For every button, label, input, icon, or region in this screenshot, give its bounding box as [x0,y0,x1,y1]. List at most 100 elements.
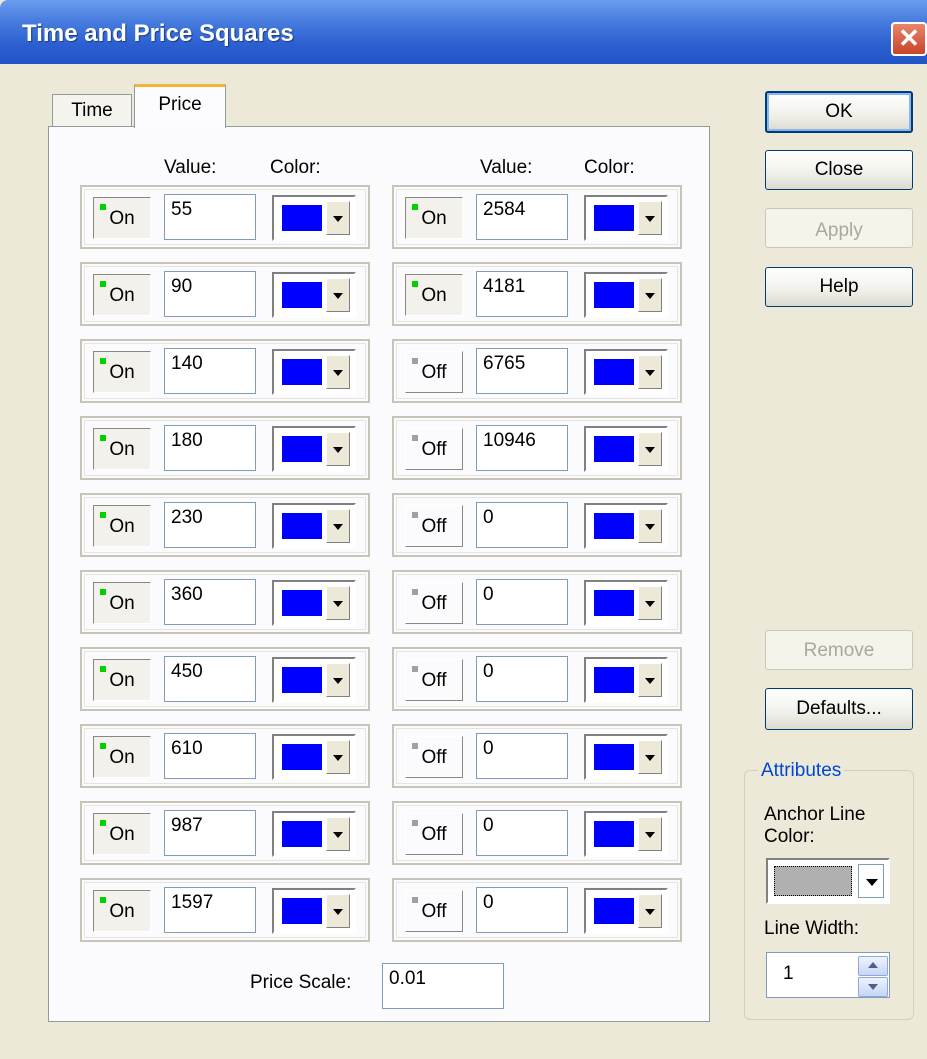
value-input[interactable]: 987 [164,810,256,856]
chevron-down-icon[interactable] [858,864,884,898]
chevron-down-icon[interactable] [326,278,350,312]
on-off-toggle[interactable]: On [93,813,151,855]
chevron-down-icon[interactable] [326,894,350,928]
remove-button[interactable]: Remove [765,630,913,670]
close-window-icon[interactable]: ✕ [891,22,927,56]
value-input[interactable]: 90 [164,271,256,317]
status-led-icon [412,820,418,826]
color-dropdown[interactable] [584,272,668,318]
ok-button[interactable]: OK [765,91,913,133]
value-input[interactable]: 55 [164,194,256,240]
on-off-toggle[interactable]: Off [405,505,463,547]
on-off-toggle[interactable]: Off [405,736,463,778]
chevron-down-icon[interactable] [638,432,662,466]
spin-down-icon[interactable] [858,977,888,997]
color-dropdown[interactable] [272,272,356,318]
on-off-toggle[interactable]: On [93,890,151,932]
title-bar[interactable]: Time and Price Squares ✕ [0,0,927,64]
apply-button[interactable]: Apply [765,208,913,248]
color-dropdown[interactable] [584,888,668,934]
on-off-toggle[interactable]: Off [405,428,463,470]
value-input[interactable]: 230 [164,502,256,548]
help-button[interactable]: Help [765,267,913,307]
anchor-line-color-dropdown[interactable] [766,858,890,904]
price-scale-input[interactable]: 0.01 [382,963,504,1009]
on-off-toggle[interactable]: On [405,274,463,316]
tab-price[interactable]: Price [134,84,226,128]
value-input[interactable]: 4181 [476,271,568,317]
value-input[interactable]: 10946 [476,425,568,471]
on-off-toggle[interactable]: Off [405,813,463,855]
color-dropdown[interactable] [584,734,668,780]
value-input[interactable]: 6765 [476,348,568,394]
color-dropdown[interactable] [272,503,356,549]
spin-up-icon[interactable] [858,956,888,976]
on-off-toggle[interactable]: On [93,197,151,239]
chevron-down-icon[interactable] [326,586,350,620]
on-off-toggle[interactable]: On [93,428,151,470]
value-input[interactable]: 1597 [164,887,256,933]
chevron-down-icon[interactable] [638,663,662,697]
on-off-toggle[interactable]: On [93,274,151,316]
chevron-down-icon[interactable] [638,278,662,312]
color-dropdown[interactable] [584,426,668,472]
color-swatch [282,898,322,924]
color-dropdown[interactable] [584,657,668,703]
chevron-down-icon[interactable] [638,894,662,928]
chevron-down-icon[interactable] [638,201,662,235]
value-input[interactable]: 0 [476,733,568,779]
color-dropdown[interactable] [584,580,668,626]
chevron-down-icon[interactable] [326,663,350,697]
chevron-down-icon[interactable] [326,355,350,389]
value-input[interactable]: 2584 [476,194,568,240]
on-off-toggle[interactable]: On [93,659,151,701]
value-input[interactable]: 450 [164,656,256,702]
on-off-toggle[interactable]: Off [405,890,463,932]
on-off-toggle[interactable]: On [93,582,151,624]
chevron-down-icon[interactable] [638,509,662,543]
color-dropdown[interactable] [272,580,356,626]
chevron-down-icon[interactable] [326,432,350,466]
chevron-down-icon[interactable] [326,509,350,543]
on-off-toggle[interactable]: Off [405,582,463,624]
chevron-down-icon[interactable] [326,740,350,774]
color-dropdown[interactable] [272,195,356,241]
defaults-button[interactable]: Defaults... [765,688,913,730]
right-price-row: Off 0 [392,878,682,942]
chevron-down-icon[interactable] [638,355,662,389]
value-input[interactable]: 180 [164,425,256,471]
color-dropdown[interactable] [272,349,356,395]
chevron-down-icon[interactable] [326,817,350,851]
value-input[interactable]: 140 [164,348,256,394]
tab-time[interactable]: Time [52,94,132,128]
value-input[interactable]: 0 [476,656,568,702]
chevron-down-icon[interactable] [326,201,350,235]
on-off-toggle[interactable]: On [93,736,151,778]
color-dropdown[interactable] [584,349,668,395]
on-off-toggle[interactable]: On [93,351,151,393]
color-dropdown[interactable] [272,657,356,703]
value-input[interactable]: 610 [164,733,256,779]
close-button[interactable]: Close [765,150,913,190]
on-off-toggle[interactable]: On [405,197,463,239]
color-dropdown[interactable] [584,195,668,241]
value-input[interactable]: 0 [476,810,568,856]
color-dropdown[interactable] [272,888,356,934]
color-dropdown[interactable] [272,811,356,857]
on-off-toggle[interactable]: On [93,505,151,547]
chevron-down-icon[interactable] [638,740,662,774]
color-dropdown[interactable] [272,426,356,472]
value-input[interactable]: 0 [476,579,568,625]
value-input[interactable]: 0 [476,502,568,548]
color-swatch [594,513,634,539]
status-led-icon [100,512,106,518]
chevron-down-icon[interactable] [638,586,662,620]
on-off-toggle[interactable]: Off [405,659,463,701]
color-dropdown[interactable] [584,503,668,549]
on-off-toggle[interactable]: Off [405,351,463,393]
chevron-down-icon[interactable] [638,817,662,851]
value-input[interactable]: 360 [164,579,256,625]
color-dropdown[interactable] [272,734,356,780]
color-dropdown[interactable] [584,811,668,857]
value-input[interactable]: 0 [476,887,568,933]
